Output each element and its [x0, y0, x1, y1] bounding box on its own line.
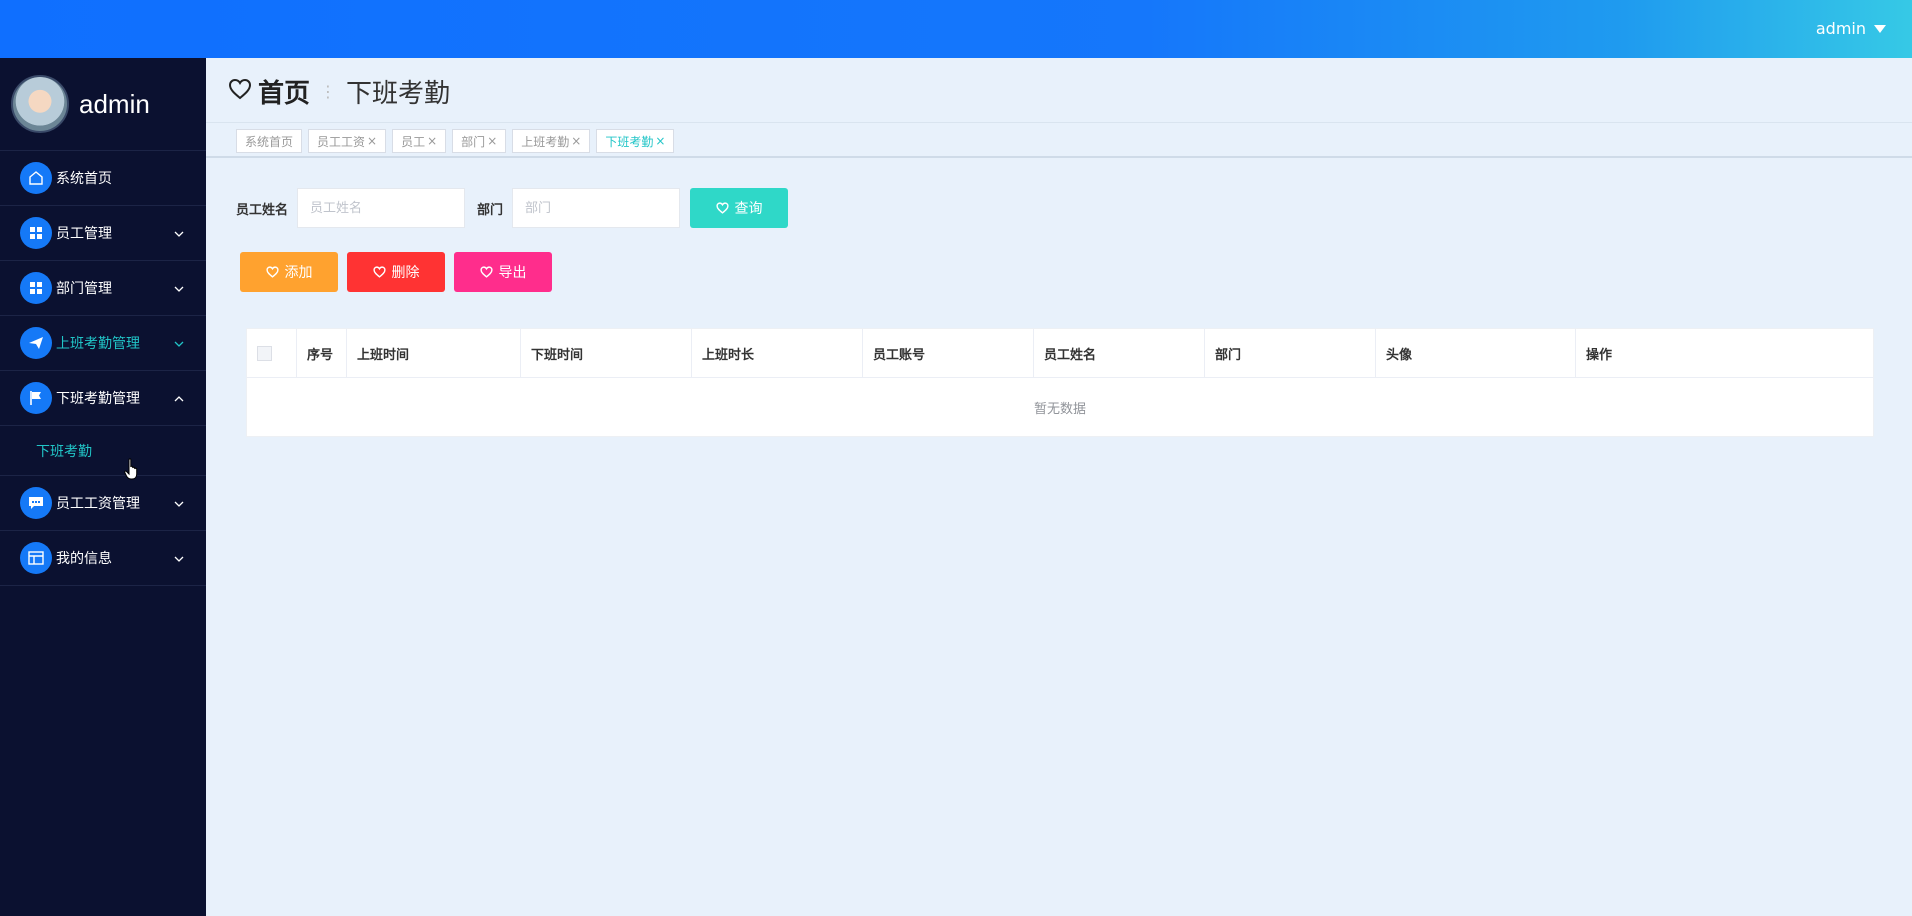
- employee-name-input[interactable]: [297, 188, 466, 228]
- sidebar-item-label: 员工工资管理: [56, 496, 140, 512]
- chevron-down-icon: [174, 335, 184, 351]
- tab-department[interactable]: 部门 ×: [452, 129, 507, 153]
- home-icon: [20, 162, 52, 194]
- tab-salary[interactable]: 员工工资 ×: [308, 129, 387, 153]
- sidebar-profile: admin: [0, 58, 206, 151]
- heart-icon: [265, 266, 279, 278]
- sidebar: admin 系统首页 员工管理 部门管理 上班考勤管理 下班考勤管理 下班考勤 …: [0, 58, 206, 916]
- breadcrumb-current: 下班考勤: [346, 78, 451, 109]
- tab-label: 员工: [401, 134, 426, 149]
- table-header-row: 序号 上班时间 下班时间 上班时长 员工账号 员工姓名 部门 头像 操作: [247, 329, 1873, 378]
- grid-icon: [20, 217, 52, 249]
- add-button-label: 添加: [284, 265, 313, 281]
- query-button-label: 查询: [734, 201, 763, 217]
- delete-button-label: 删除: [391, 265, 420, 281]
- select-all-cell: [247, 329, 297, 377]
- select-all-checkbox[interactable]: [257, 345, 272, 361]
- main-content: 首页 ⋮ 下班考勤 系统首页 员工工资 × 员工 × 部门 × 上班考勤 × 下…: [206, 58, 1912, 916]
- breadcrumb-separator: ⋮: [320, 81, 337, 101]
- query-button[interactable]: 查询: [690, 188, 789, 228]
- sidebar-item-checkout[interactable]: 下班考勤管理: [0, 371, 206, 426]
- column-header: 员工账号: [863, 329, 1034, 377]
- sidebar-subitem-label: 下班考勤: [36, 443, 92, 460]
- breadcrumb-home[interactable]: 首页: [258, 73, 310, 110]
- chevron-down-icon: [174, 550, 184, 566]
- chevron-down-icon: [174, 280, 184, 296]
- name-label: 员工姓名: [236, 202, 289, 218]
- grid-icon: [20, 272, 52, 304]
- sidebar-item-label: 员工管理: [56, 226, 112, 242]
- chat-icon: [20, 487, 52, 519]
- column-header: 操作: [1586, 347, 1613, 363]
- sidebar-item-employee[interactable]: 员工管理: [0, 206, 206, 261]
- sidebar-item-label: 下班考勤管理: [56, 391, 140, 407]
- tab-label: 部门: [461, 134, 486, 149]
- tab-label: 上班考勤: [521, 134, 570, 149]
- tabs-bar: 系统首页 员工工资 × 员工 × 部门 × 上班考勤 × 下班考勤 ×: [206, 122, 1912, 158]
- send-icon: [20, 327, 52, 359]
- export-button[interactable]: 导出: [454, 252, 552, 292]
- hand-cursor-icon: [124, 458, 140, 484]
- data-table: 序号 上班时间 下班时间 上班时长 员工账号 员工姓名 部门 头像 操作 暂无数…: [246, 328, 1874, 437]
- flag-icon: [20, 382, 52, 414]
- column-header: 上班时长: [692, 329, 863, 377]
- delete-button[interactable]: 删除: [347, 252, 445, 292]
- tab-label: 系统首页: [245, 134, 294, 149]
- column-header: 部门: [1205, 329, 1376, 377]
- tab-label: 下班考勤: [605, 134, 654, 149]
- close-icon[interactable]: ×: [571, 134, 581, 148]
- chevron-down-icon: [174, 495, 184, 511]
- dept-label: 部门: [477, 202, 504, 218]
- column-header: 员工姓名: [1034, 329, 1205, 377]
- heart-icon: [715, 202, 729, 214]
- column-header: 上班时间: [347, 329, 521, 377]
- breadcrumb: 首页 ⋮ 下班考勤: [228, 73, 451, 110]
- close-icon[interactable]: ×: [487, 134, 497, 148]
- close-icon[interactable]: ×: [427, 134, 437, 148]
- search-form: 员工姓名 部门 查询: [236, 188, 789, 228]
- heart-icon: [479, 266, 493, 278]
- sidebar-item-label: 我的信息: [56, 551, 112, 567]
- heart-icon: [228, 78, 252, 104]
- close-icon[interactable]: ×: [367, 134, 377, 148]
- chevron-up-icon: [174, 390, 184, 406]
- sidebar-item-label: 部门管理: [56, 281, 112, 297]
- add-button[interactable]: 添加: [240, 252, 338, 292]
- sidebar-subitem-checkout-attendance[interactable]: 下班考勤: [0, 426, 206, 476]
- profile-name: admin: [79, 88, 150, 119]
- sidebar-item-my-info[interactable]: 我的信息: [0, 531, 206, 586]
- sidebar-item-home[interactable]: 系统首页: [0, 151, 206, 206]
- column-header: 序号: [297, 329, 347, 377]
- tab-home[interactable]: 系统首页: [236, 129, 303, 153]
- caret-down-icon: [1874, 25, 1886, 33]
- top-header: admin: [0, 0, 1912, 58]
- tab-employee[interactable]: 员工 ×: [392, 129, 447, 153]
- column-header: 下班时间: [521, 329, 692, 377]
- column-header: 头像: [1376, 329, 1576, 377]
- tab-checkin[interactable]: 上班考勤 ×: [512, 129, 591, 153]
- heart-icon: [372, 266, 386, 278]
- user-menu[interactable]: admin: [1816, 0, 1886, 58]
- sidebar-item-checkin[interactable]: 上班考勤管理: [0, 316, 206, 371]
- tab-label: 员工工资: [317, 134, 366, 149]
- sidebar-item-salary[interactable]: 员工工资管理: [0, 476, 206, 531]
- user-name: admin: [1815, 19, 1866, 38]
- avatar: [11, 75, 69, 133]
- tab-checkout[interactable]: 下班考勤 ×: [596, 129, 675, 153]
- department-input[interactable]: [512, 188, 681, 228]
- sidebar-item-department[interactable]: 部门管理: [0, 261, 206, 316]
- sidebar-item-label: 系统首页: [56, 171, 112, 187]
- empty-state: 暂无数据: [1033, 401, 1086, 417]
- action-buttons: 添加 删除 导出: [240, 252, 552, 292]
- browser-icon: [20, 542, 52, 574]
- chevron-down-icon: [174, 225, 184, 241]
- sidebar-item-label: 上班考勤管理: [56, 336, 140, 352]
- export-button-label: 导出: [498, 265, 527, 281]
- close-icon[interactable]: ×: [655, 134, 665, 148]
